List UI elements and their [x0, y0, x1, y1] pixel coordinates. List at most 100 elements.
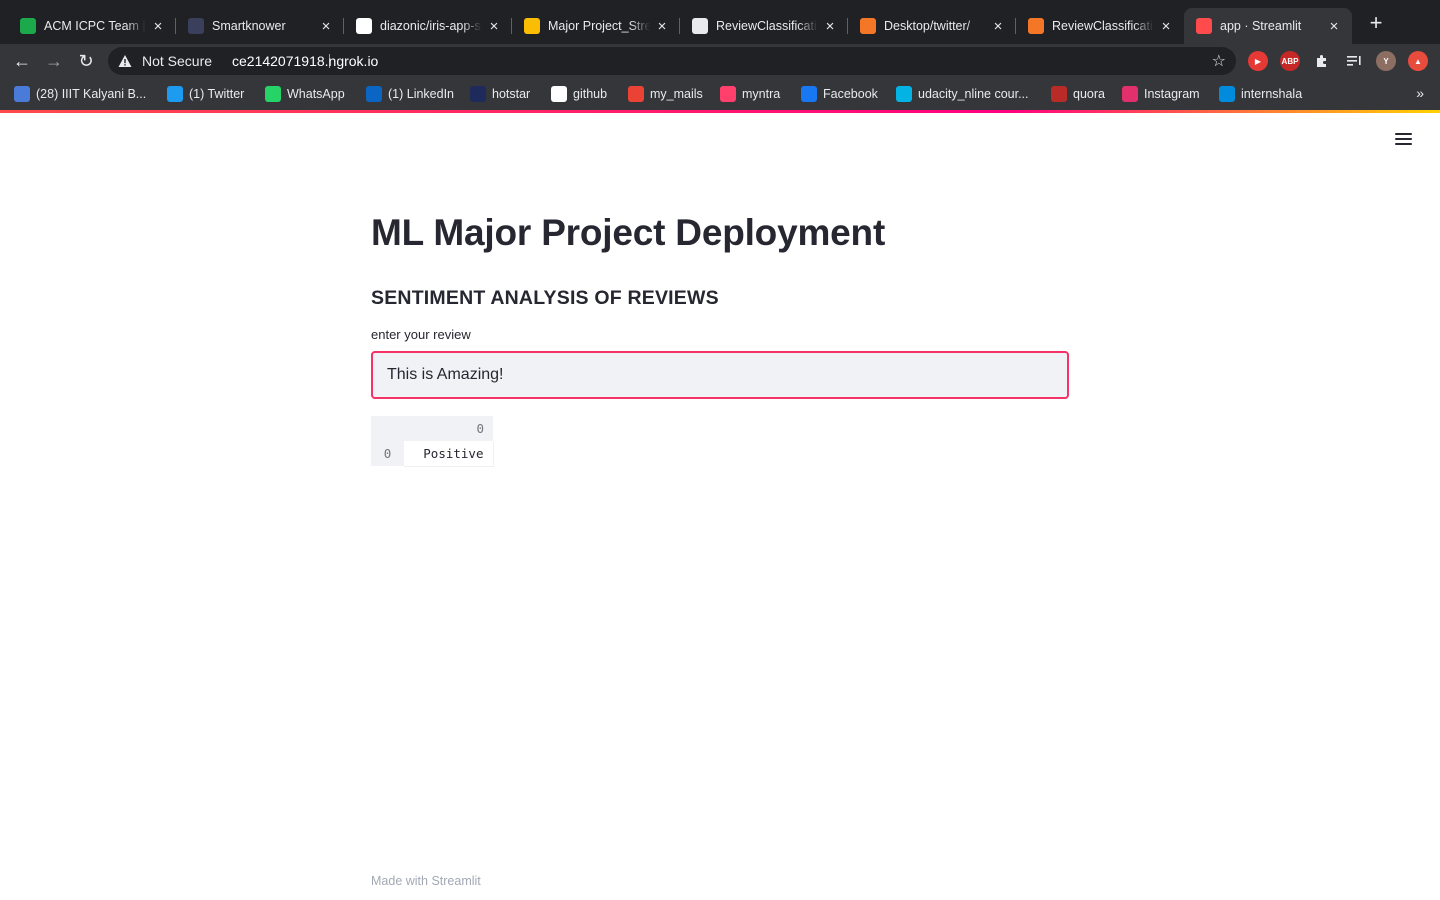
instagram-icon: [1122, 86, 1138, 102]
dataframe-row-index: 0: [371, 441, 404, 466]
bookmark-item[interactable]: WhatsApp: [265, 86, 345, 102]
new-tab-button[interactable]: +: [1364, 12, 1388, 36]
url-text[interactable]: ce2142071918.ngrok.io: [232, 53, 378, 69]
bookmark-item[interactable]: my_mails: [628, 86, 703, 102]
tab-title: ReviewClassificatio: [1052, 19, 1154, 33]
update-icon[interactable]: ▲: [1408, 51, 1428, 71]
bookmark-item[interactable]: (1) LinkedIn: [366, 86, 454, 102]
tab-title: Smartknower: [212, 19, 286, 33]
browser-tab[interactable]: ACM ICPC Team | H ×: [8, 8, 176, 44]
close-tab-icon[interactable]: ×: [1326, 18, 1342, 35]
bookmark-label: myntra: [742, 87, 781, 101]
browser-tab[interactable]: Smartknower ×: [176, 8, 344, 44]
bookmarks-bar: (28) IIIT Kalyani B... (1) Twitter WhatsAp…: [0, 78, 1440, 110]
bookmark-item[interactable]: myntra: [720, 86, 780, 102]
bookmark-label: hotstar: [492, 87, 531, 101]
tab-strip: ACM ICPC Team | H×Smartknower×diazonic/i…: [0, 0, 1440, 44]
review-input[interactable]: [371, 351, 1069, 399]
tab-title: ReviewClassificatio: [716, 19, 818, 33]
colab-icon: [692, 18, 708, 34]
tab-title: diazonic/iris-app-st: [380, 19, 482, 33]
hamburger-menu-icon[interactable]: [1395, 131, 1413, 147]
smartknower-icon: [188, 18, 204, 34]
forward-button[interactable]: →: [42, 49, 66, 73]
bookmark-label: (1) LinkedIn: [388, 87, 455, 101]
table-row: 0 Positive: [371, 441, 494, 467]
tab-title: ACM ICPC Team | H: [44, 19, 146, 33]
bookmark-label: (1) Twitter: [189, 87, 245, 101]
review-input-label: enter your review: [371, 327, 471, 342]
linkedin-icon: [366, 86, 382, 102]
screencast-icon[interactable]: ▶: [1248, 51, 1268, 71]
more-bookmarks-icon[interactable]: »: [1416, 85, 1424, 101]
result-dataframe: 0 0 Positive: [371, 416, 494, 467]
security-label[interactable]: Not Secure: [142, 53, 212, 69]
bookmark-item[interactable]: Instagram: [1122, 86, 1200, 102]
bookmark-item[interactable]: (28) IIIT Kalyani B...: [14, 86, 146, 102]
bookmark-item[interactable]: Facebook: [801, 86, 878, 102]
chat-icon: [14, 86, 30, 102]
browser-tab[interactable]: diazonic/iris-app-st ×: [344, 8, 512, 44]
bookmark-item[interactable]: udacity_nline cour...: [896, 86, 1029, 102]
bookmark-star-icon[interactable]: ☆: [1212, 51, 1226, 71]
bookmark-label: (28) IIIT Kalyani B...: [36, 87, 147, 101]
bookmark-label: my_mails: [650, 87, 703, 101]
puzzle-icon[interactable]: [1312, 51, 1332, 71]
bookmark-item[interactable]: (1) Twitter: [167, 86, 244, 102]
streamlit-decoration-bar: [0, 110, 1440, 113]
browser-tab[interactable]: ReviewClassificatio ×: [1016, 8, 1184, 44]
address-bar[interactable]: Not Secure ce2142071918.ngrok.io ☆: [108, 47, 1236, 75]
bookmark-item[interactable]: github: [551, 86, 607, 102]
made-with-streamlit-link[interactable]: Made with Streamlit: [371, 874, 481, 888]
profile-avatar[interactable]: Y: [1376, 51, 1396, 71]
hotstar-icon: [470, 86, 486, 102]
close-tab-icon[interactable]: ×: [654, 18, 670, 35]
tab-title: Major Project_Strea: [548, 19, 650, 33]
bookmark-item[interactable]: internshala: [1219, 86, 1302, 102]
close-tab-icon[interactable]: ×: [318, 18, 334, 35]
reading-list-icon[interactable]: [1344, 51, 1364, 71]
facebook-icon: [801, 86, 817, 102]
reload-button[interactable]: ↻: [74, 49, 98, 73]
hackerrank-icon: [20, 18, 36, 34]
bookmark-item[interactable]: hotstar: [470, 86, 530, 102]
tab-title: app · Streamlit: [1220, 19, 1302, 33]
dataframe-column-header: 0: [404, 416, 493, 441]
browser-tab[interactable]: app · Streamlit ×: [1184, 8, 1352, 44]
page-title: ML Major Project Deployment: [371, 212, 886, 253]
close-tab-icon[interactable]: ×: [990, 18, 1006, 35]
browser-tab[interactable]: ReviewClassificatio ×: [680, 8, 848, 44]
streamlit-icon: [1196, 18, 1212, 34]
back-button[interactable]: ←: [10, 49, 34, 73]
page-subtitle: SENTIMENT ANALYSIS OF REVIEWS: [371, 287, 719, 309]
browser-tab[interactable]: Desktop/twitter/ ×: [848, 8, 1016, 44]
google-drive-icon: [524, 18, 540, 34]
gmail-icon: [628, 86, 644, 102]
quora-icon: [1051, 86, 1067, 102]
close-tab-icon[interactable]: ×: [150, 18, 166, 35]
browser-tab[interactable]: Major Project_Strea ×: [512, 8, 680, 44]
bookmark-label: internshala: [1241, 87, 1303, 101]
bookmark-item[interactable]: quora: [1051, 86, 1105, 102]
bookmark-label: Facebook: [823, 87, 878, 101]
github-icon: [551, 86, 567, 102]
close-tab-icon[interactable]: ×: [822, 18, 838, 35]
jupyter-icon: [860, 18, 876, 34]
bookmark-label: WhatsApp: [287, 87, 345, 101]
bookmark-label: udacity_nline cour...: [918, 87, 1029, 101]
close-tab-icon[interactable]: ×: [1158, 18, 1174, 35]
dataframe-corner: [371, 416, 404, 441]
warning-icon: [118, 55, 132, 67]
book-icon: [1028, 18, 1044, 34]
myntra-icon: [720, 86, 736, 102]
adblock-icon[interactable]: ABP: [1280, 51, 1300, 71]
internshala-icon: [1219, 86, 1235, 102]
bookmark-label: Instagram: [1144, 87, 1200, 101]
bookmark-label: github: [573, 87, 608, 101]
close-tab-icon[interactable]: ×: [486, 18, 502, 35]
udacity-icon: [896, 86, 912, 102]
github-icon: [356, 18, 372, 34]
bookmark-label: quora: [1073, 87, 1105, 101]
whatsapp-icon: [265, 86, 281, 102]
dataframe-cell-prediction: Positive: [404, 441, 494, 467]
